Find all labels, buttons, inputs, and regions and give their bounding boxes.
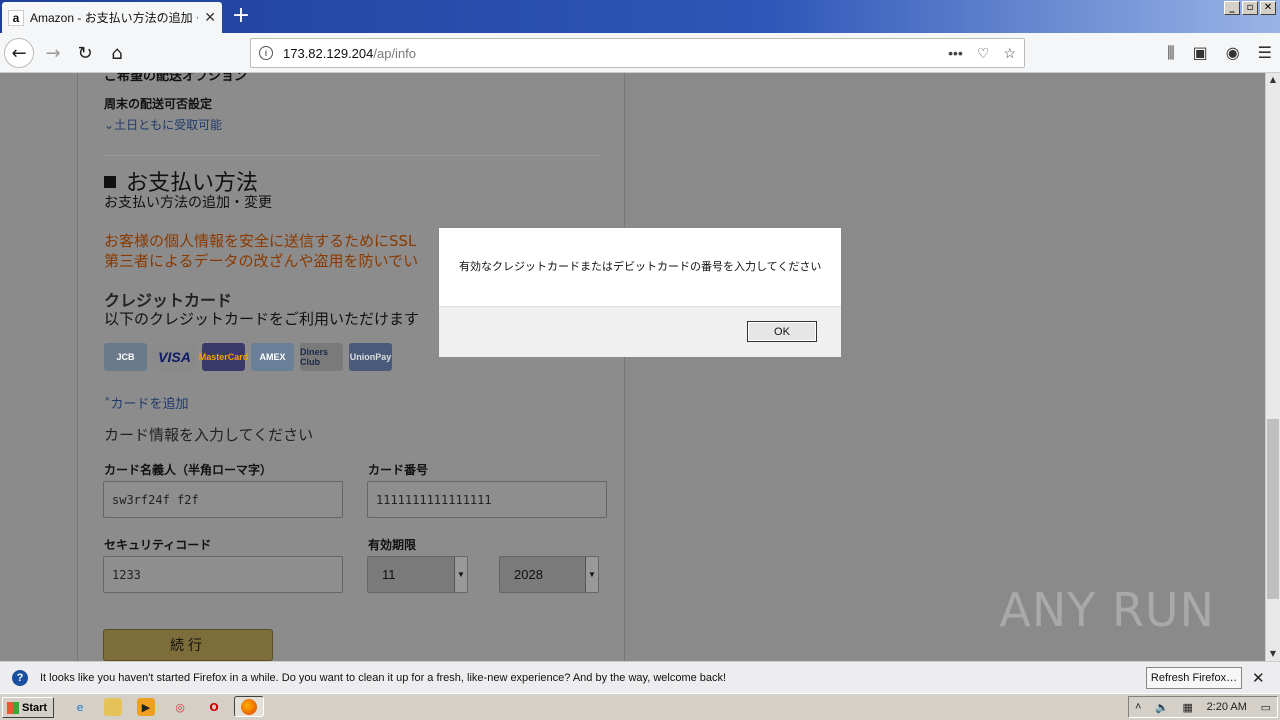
amazon-favicon-icon: a xyxy=(8,9,24,26)
diners-club-logo: Diners Club xyxy=(300,343,343,371)
url-path: /ap/info xyxy=(373,45,417,61)
new-tab-button[interactable]: + xyxy=(228,4,254,30)
unionpay-logo: UnionPay xyxy=(349,343,392,371)
bookmark-star-icon[interactable]: ☆ xyxy=(1003,45,1016,62)
alert-dialog: 有効なクレジットカードまたはデビットカードの番号を入力してください OK xyxy=(438,227,842,357)
windows-logo-icon xyxy=(7,701,19,714)
firefox-taskbar-button[interactable] xyxy=(234,696,264,717)
security-code-label: セキュリティコード xyxy=(104,538,212,552)
divider xyxy=(104,155,600,156)
back-button[interactable]: ← xyxy=(4,38,34,68)
home-button[interactable]: ⌂ xyxy=(102,38,132,68)
close-window-button[interactable]: ✕ xyxy=(1260,1,1276,15)
security-code-input[interactable]: 1233 xyxy=(103,556,343,593)
dropdown-arrow-icon: ▼ xyxy=(585,557,598,592)
window-controls: _ ▫ ✕ xyxy=(1224,1,1276,15)
address-bar[interactable]: i 173.82.129.204 /ap/info ••• ♡ ☆ xyxy=(250,38,1025,68)
site-info-icon[interactable]: i xyxy=(259,46,273,60)
opera-icon[interactable]: O xyxy=(205,698,223,716)
start-button[interactable]: Start xyxy=(2,697,54,718)
mastercard-logo: MasterCard xyxy=(199,343,248,371)
forward-button[interactable]: → xyxy=(38,38,68,68)
weekend-delivery-value[interactable]: ⌄土日ともに受取可能 xyxy=(104,116,222,133)
account-icon[interactable]: ◉ xyxy=(1226,43,1240,63)
toolbar-icons: ⫼ ▣ ◉ ☰ xyxy=(1167,43,1272,63)
question-icon: ? xyxy=(12,669,28,686)
cardholder-name-label: カード名義人（半角ローマ字） xyxy=(104,463,273,477)
tab-title: Amazon - お支払い方法の追加・変 xyxy=(30,11,199,25)
system-tray: ˄ 🔈 ▦ 2:20 AM ▭ xyxy=(1128,696,1278,718)
scroll-up-icon[interactable]: ▲ xyxy=(1266,73,1280,87)
firefox-notification-bar: ? It looks like you haven't started Fire… xyxy=(0,661,1280,693)
page-content: ご希望の配送オプション 周末の配送可否設定 ⌄土日ともに受取可能 お支払い方法 … xyxy=(0,73,1265,661)
amex-logo: AMEX xyxy=(251,343,294,371)
tab-close-icon[interactable]: ✕ xyxy=(204,10,216,26)
ssl-notice-line-1: お客様の個人情報を安全に送信するためにSSL xyxy=(104,232,417,250)
jcb-logo: JCB xyxy=(104,343,147,371)
card-number-label: カード番号 xyxy=(368,463,429,477)
internet-explorer-icon[interactable]: e xyxy=(71,698,89,716)
cardholder-name-input[interactable]: sw3rf24f f2f xyxy=(103,481,343,518)
pocket-icon[interactable]: ♡ xyxy=(977,45,990,62)
add-card-link[interactable]: ˄カードを追加 xyxy=(104,393,189,412)
alert-message: 有効なクレジットカードまたはデビットカードの番号を入力してください xyxy=(459,260,822,273)
chrome-icon[interactable]: ◎ xyxy=(171,698,189,716)
restore-button[interactable]: ▫ xyxy=(1242,1,1258,15)
refresh-firefox-button[interactable]: Refresh Firefox… xyxy=(1146,667,1242,689)
expiry-year-select[interactable]: 2028 ▼ xyxy=(499,556,599,593)
scroll-thumb[interactable] xyxy=(1267,419,1279,599)
card-brands: JCB VISA MasterCard AMEX Diners Club Uni… xyxy=(104,343,392,371)
url-host: 173.82.129.204 xyxy=(283,45,374,61)
vertical-scrollbar[interactable]: ▲ ▼ xyxy=(1265,73,1280,661)
media-player-icon[interactable]: ▶ xyxy=(137,698,155,716)
anyrun-watermark: ANY RUN xyxy=(999,583,1215,637)
notification-close-icon[interactable]: ✕ xyxy=(1252,669,1265,687)
ok-button[interactable]: OK xyxy=(747,321,817,342)
volume-icon[interactable]: 🔈 xyxy=(1155,701,1169,714)
enter-card-info-text: カード情報を入力してください xyxy=(104,426,314,444)
chevron-down-icon: ⌄ xyxy=(104,118,115,132)
menu-icon[interactable]: ☰ xyxy=(1258,43,1272,63)
expiry-label: 有効期限 xyxy=(368,538,417,552)
show-desktop-icon[interactable]: ▭ xyxy=(1261,701,1271,714)
ssl-notice-line-2: 第三者によるデータの改ざんや盗用を防いでい xyxy=(104,252,419,270)
shipping-options-heading: ご希望の配送オプション xyxy=(104,73,248,84)
firefox-icon xyxy=(241,698,257,715)
payment-subheading: お支払い方法の追加・変更 xyxy=(104,195,272,211)
square-bullet-icon xyxy=(104,176,116,188)
browser-tab-bar: a Amazon - お支払い方法の追加・変 ✕ + _ ▫ ✕ xyxy=(0,0,1280,33)
weekend-delivery-title: 周末の配送可否設定 xyxy=(104,97,213,111)
active-tab[interactable]: a Amazon - お支払い方法の追加・変 ✕ xyxy=(2,2,222,33)
notification-text: It looks like you haven't started Firefo… xyxy=(40,671,727,684)
sidebar-icon[interactable]: ▣ xyxy=(1193,43,1208,63)
page-actions-icon[interactable]: ••• xyxy=(948,45,963,62)
library-icon[interactable]: ⫼ xyxy=(1167,43,1174,63)
dropdown-arrow-icon: ▼ xyxy=(454,557,467,592)
folder-icon[interactable] xyxy=(104,698,122,716)
minimize-button[interactable]: _ xyxy=(1224,1,1240,15)
checkout-panel: ご希望の配送オプション 周末の配送可否設定 ⌄土日ともに受取可能 お支払い方法 … xyxy=(77,73,625,661)
visa-logo: VISA xyxy=(153,343,196,371)
clock[interactable]: 2:20 AM xyxy=(1207,701,1247,713)
tray-expand-icon[interactable]: ˄ xyxy=(1135,701,1141,713)
navigation-bar: ← → ↻ ⌂ i 173.82.129.204 /ap/info ••• ♡ … xyxy=(0,33,1280,73)
reload-button[interactable]: ↻ xyxy=(70,38,100,68)
alert-footer: OK xyxy=(439,306,841,357)
taskbar: Start e ▶ ◎ O ˄ 🔈 ▦ 2:20 AM ▭ xyxy=(0,693,1280,720)
network-icon[interactable]: ▦ xyxy=(1182,701,1192,714)
card-number-input[interactable]: 1111111111111111 xyxy=(367,481,607,518)
expiry-month-select[interactable]: 11 ▼ xyxy=(367,556,468,593)
credit-card-subheading: 以下のクレジットカードをご利用いただけます xyxy=(104,310,420,328)
scroll-down-icon[interactable]: ▼ xyxy=(1266,647,1280,661)
continue-button[interactable]: 続行 xyxy=(103,629,273,661)
